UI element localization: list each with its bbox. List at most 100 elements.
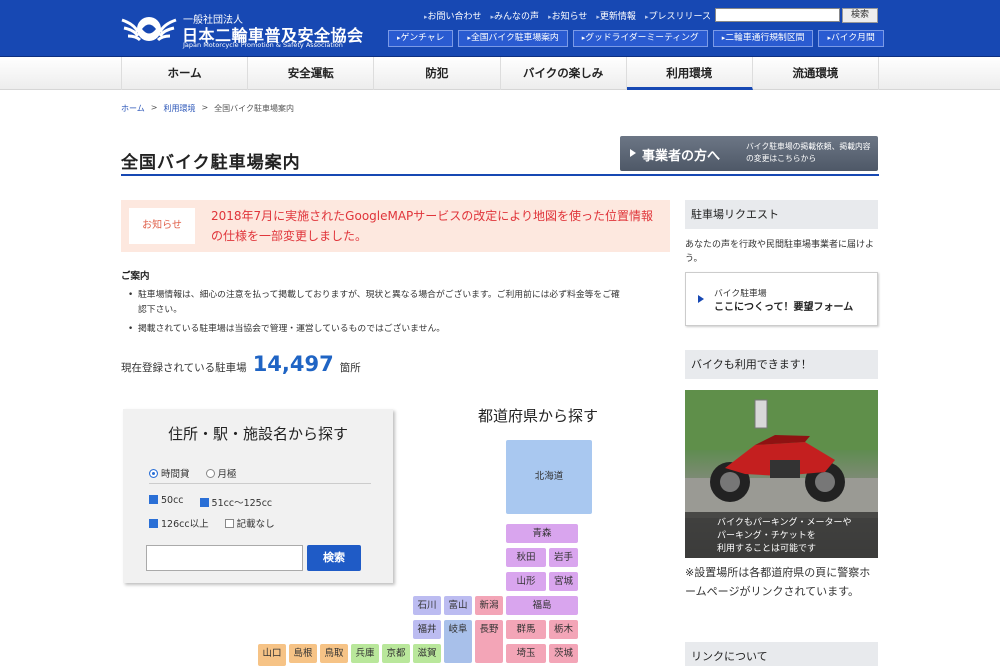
prefecture-tile[interactable]: 埼玉 (506, 644, 546, 663)
radio-indicator[interactable] (149, 469, 158, 478)
business-button-label: 事業者の方へ (642, 149, 721, 164)
sidebar-bike-note: ※設置場所は各都道府県の頁に警察ホームページがリンクされています。 (685, 566, 871, 598)
address-search-button[interactable]: 検索 (307, 545, 361, 571)
feature-link-bike-month[interactable]: バイク月間 (818, 30, 884, 47)
motorcycle-photo[interactable]: バイクもパーキング・メーターや パーキング・チケットを 利用することは可能です (685, 390, 878, 558)
prefecture-tile[interactable]: 京都 (382, 644, 410, 663)
top-link-voice[interactable]: みんなの声 (491, 9, 539, 22)
breadcrumb-separator: > (150, 103, 158, 112)
prefecture-tile[interactable]: 島根 (289, 644, 317, 663)
top-links: お問い合わせ みんなの声 お知らせ 更新情報 プレスリリース (424, 9, 712, 22)
business-button-sublabel: バイク駐車場の掲載依頼、掲載内容の変更はこちらから (746, 142, 871, 163)
check-126cc-over[interactable]: 126cc以上 (149, 516, 209, 530)
count-prefix: 現在登録されている駐車場 (121, 362, 247, 374)
feature-link-traffic-restriction[interactable]: 二輪車通行規制区間 (712, 30, 814, 47)
site-search-input[interactable] (715, 8, 840, 22)
checkbox[interactable] (224, 519, 234, 528)
prefecture-tile[interactable]: 滋賀 (413, 644, 441, 663)
checkbox[interactable] (149, 519, 158, 528)
breadcrumb-home[interactable]: ホーム (121, 103, 145, 114)
guide-heading: ご案内 (121, 271, 150, 282)
prefecture-tile[interactable]: 群馬 (506, 620, 546, 639)
photo-caption: バイクもパーキング・メーターや パーキング・チケットを 利用することは可能です (685, 512, 878, 558)
prefecture-tile[interactable]: 福島 (506, 596, 578, 615)
checkbox[interactable] (149, 495, 158, 504)
prefecture-tile[interactable]: 栃木 (549, 620, 578, 639)
breadcrumb-usage[interactable]: 利用環境 (163, 103, 195, 114)
parking-request-form-link[interactable]: バイク駐車場 ここにつくって！要望フォーム (685, 272, 878, 326)
radio-monthly[interactable]: 月極 (205, 466, 237, 480)
prefecture-tile[interactable]: 山口 (258, 644, 286, 666)
prefecture-tile[interactable]: 兵庫 (351, 644, 379, 663)
breadcrumb-current: 全国バイク駐車場案内 (214, 104, 295, 113)
top-link-news[interactable]: お知らせ (548, 9, 588, 22)
guide-item: 駐車場情報は、細心の注意を払って掲載しておりますが、現状と異なる場合がございます… (128, 288, 628, 318)
count-suffix: 箇所 (339, 362, 361, 374)
nav-tab-crime-prevention[interactable]: 防犯 (374, 57, 501, 90)
association-logo-icon[interactable] (120, 10, 178, 48)
prefecture-tile[interactable]: 鳥取 (320, 644, 348, 663)
notice-text: 2018年7月に実施されたGoogleMAPサービスの改定により地図を使った位置… (211, 209, 654, 243)
prefecture-tile[interactable]: 茨城 (549, 644, 578, 663)
prefecture-tile[interactable]: 山形 (506, 572, 546, 591)
org-english-name: Japan Motorcycle Promotion & Safety Asso… (183, 41, 343, 49)
checkbox[interactable] (199, 498, 209, 507)
address-search-input[interactable] (146, 545, 303, 571)
prefecture-tile[interactable]: 石川 (413, 596, 441, 615)
check-51-125cc[interactable]: 51cc〜125cc (199, 495, 272, 509)
sidebar-request-heading: 駐車場リクエスト (685, 200, 878, 229)
breadcrumb: ホーム > 利用環境 > 全国バイク駐車場案内 (121, 103, 294, 114)
guide-list: 駐車場情報は、細心の注意を払って掲載しておりますが、現状と異なる場合がございます… (128, 288, 628, 341)
notice-box: お知らせ 2018年7月に実施されたGoogleMAPサービスの改定により地図を… (121, 200, 670, 252)
count-value: 14,497 (252, 352, 334, 376)
request-card-line2: ここにつくって！要望フォーム (714, 302, 854, 313)
prefecture-tile[interactable]: 長野 (475, 620, 503, 663)
prefecture-tile[interactable]: 北海道 (506, 440, 592, 514)
prefecture-tile[interactable]: 青森 (506, 524, 578, 543)
top-link-updates[interactable]: 更新情報 (596, 9, 636, 22)
divider (149, 483, 371, 484)
sidebar-bike-heading: バイクも利用できます！ (685, 350, 878, 379)
prefecture-tile[interactable]: 福井 (413, 620, 441, 639)
feature-link-genchare[interactable]: ゲンチャレ (388, 30, 454, 47)
guide-item: 掲載されている駐車場は当協会で管理・運営しているものではございません。 (128, 322, 628, 337)
prefecture-tile[interactable]: 岩手 (549, 548, 578, 567)
arrow-right-icon (630, 149, 636, 157)
nav-tab-usage-environment[interactable]: 利用環境 (626, 57, 753, 90)
page-title: 全国バイク駐車場案内 (121, 153, 301, 173)
nav-tab-distribution[interactable]: 流通環境 (753, 57, 880, 90)
feature-links: ゲンチャレ 全国バイク駐車場案内 グッドライダーミーティング 二輪車通行規制区間… (388, 30, 884, 47)
prefecture-tile[interactable]: 岐阜 (444, 620, 472, 663)
title-divider (121, 174, 879, 176)
notice-badge: お知らせ (129, 208, 195, 244)
prefecture-tile[interactable]: 富山 (444, 596, 472, 615)
nav-tab-safety[interactable]: 安全運転 (248, 57, 375, 90)
site-search-button[interactable]: 検索 (842, 8, 878, 23)
check-unspecified[interactable]: 記載なし (224, 516, 275, 530)
business-info-button[interactable]: 事業者の方へ バイク駐車場の掲載依頼、掲載内容の変更はこちらから (620, 136, 878, 171)
sidebar-request-text: あなたの声を行政や民間駐車場事業者に届けよう。 (685, 240, 875, 264)
top-link-contact[interactable]: お問い合わせ (424, 9, 482, 22)
prefecture-map-title: 都道府県から探す (478, 407, 599, 425)
breadcrumb-separator: > (201, 103, 209, 112)
address-search-panel: 住所・駅・施設名から探す 時間貸 月極 50cc 51cc〜125cc 126c… (123, 409, 393, 583)
top-link-press[interactable]: プレスリリース (645, 9, 711, 22)
cc-checks-row1: 50cc 51cc〜125cc (149, 495, 272, 509)
feature-link-good-rider[interactable]: グッドライダーミーティング (572, 30, 708, 47)
prefecture-tile[interactable]: 秋田 (506, 548, 546, 567)
feature-link-parking[interactable]: 全国バイク駐車場案内 (458, 30, 568, 47)
nav-tab-enjoy[interactable]: バイクの楽しみ (501, 57, 627, 90)
parking-type-radios: 時間貸 月極 (149, 466, 237, 480)
radio-indicator[interactable] (205, 469, 215, 478)
check-50cc[interactable]: 50cc (149, 495, 184, 509)
radio-hourly[interactable]: 時間貸 (149, 466, 190, 480)
nav-tab-home[interactable]: ホーム (122, 57, 249, 90)
site-header: 一般社団法人 日本二輪車普及安全協会 Japan Motorcycle Prom… (0, 0, 1000, 57)
address-search-title: 住所・駅・施設名から探す (167, 425, 348, 443)
prefecture-tile[interactable]: 新潟 (475, 596, 503, 615)
main-nav: ホーム 安全運転 防犯 バイクの楽しみ 利用環境 流通環境 (0, 57, 1000, 90)
arrow-right-icon (698, 295, 704, 303)
sidebar-links-heading: リンクについて (685, 642, 878, 666)
cc-checks-row2: 126cc以上 記載なし (149, 516, 275, 530)
prefecture-tile[interactable]: 宮城 (549, 572, 578, 591)
